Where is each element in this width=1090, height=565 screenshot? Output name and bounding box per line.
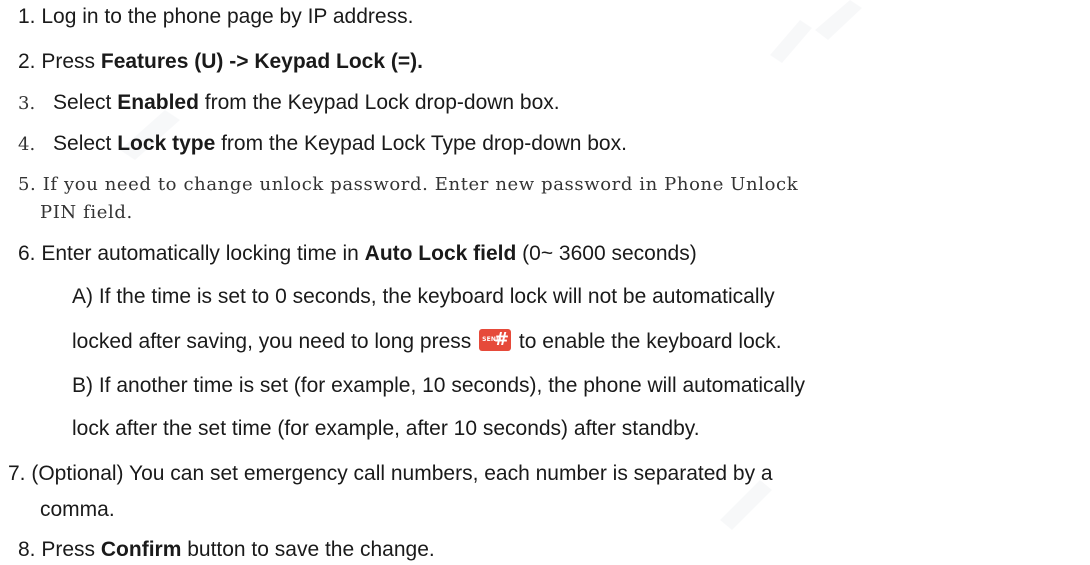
step-8-prefix: 8. Press	[18, 538, 101, 561]
step-7-line-2: comma.	[40, 497, 115, 523]
step-3-option: Enabled	[117, 91, 199, 114]
step-6a-text: A) If the time is set to 0 seconds, the …	[72, 285, 775, 308]
step-7-line-1: 7. (Optional) You can set emergency call…	[8, 461, 773, 487]
step-5-line-2: PIN field.	[40, 200, 133, 226]
step-6a-line-1: A) If the time is set to 0 seconds, the …	[72, 284, 775, 310]
step-3-suffix: from the Keypad Lock drop-down box.	[198, 91, 560, 114]
step-8: 8. Press Confirm button to save the chan…	[18, 537, 435, 563]
step-3-prefix: Select	[53, 91, 118, 114]
step-6a-text-continued: locked after saving, you need to long pr…	[72, 330, 478, 353]
step-4-option: Lock type	[117, 132, 216, 155]
step-5-line-1: 5. If you need to change unlock password…	[18, 172, 798, 198]
step-6-prefix: 6. Enter automatically locking time in	[18, 242, 365, 265]
step-6b-text: B) If another time is set (for example, …	[72, 374, 806, 397]
step-4-number: 4.	[18, 134, 36, 155]
instruction-document: 1. Log in to the phone page by IP addres…	[0, 0, 1090, 565]
step-5-text-continued: PIN field.	[40, 202, 133, 223]
step-2: 2. Press Features (U) -> Keypad Lock (=)…	[18, 49, 423, 75]
step-1: 1. Log in to the phone page by IP addres…	[18, 4, 413, 30]
step-7-text-continued: comma.	[40, 498, 115, 521]
step-6b-text-continued: lock after the set time (for example, af…	[72, 417, 700, 440]
step-6b-line-2: lock after the set time (for example, af…	[72, 416, 700, 442]
step-8-suffix: button to save the change.	[181, 538, 435, 561]
step-6: 6. Enter automatically locking time in A…	[18, 241, 697, 267]
step-4: 4. Select Lock type from the Keypad Lock…	[18, 131, 627, 158]
step-6-suffix: (0~ 3600 seconds)	[516, 242, 697, 265]
hash-key-label: #	[494, 329, 510, 350]
step-3-number: 3.	[18, 93, 36, 114]
step-4-suffix: from the Keypad Lock Type drop-down box.	[215, 132, 627, 155]
step-4-prefix: Select	[53, 132, 118, 155]
step-6a-line-2: locked after saving, you need to long pr…	[72, 329, 782, 355]
step-6-field-name: Auto Lock field	[364, 242, 517, 265]
step-2-menu-path: Features (U) -> Keypad Lock (=).	[100, 50, 423, 73]
step-8-button-name: Confirm	[100, 538, 182, 561]
step-1-text: 1. Log in to the phone page by IP addres…	[18, 5, 414, 28]
step-6b-line-1: B) If another time is set (for example, …	[72, 373, 805, 399]
step-7-text: 7. (Optional) You can set emergency call…	[8, 462, 773, 485]
send-hash-key-icon: SEND #	[479, 329, 512, 351]
step-5-text: 5. If you need to change unlock password…	[18, 174, 799, 195]
step-6a-text-end: to enable the keyboard lock.	[513, 330, 782, 353]
step-2-prefix: 2. Press	[18, 50, 101, 73]
step-3: 3. Select Enabled from the Keypad Lock d…	[18, 90, 560, 117]
